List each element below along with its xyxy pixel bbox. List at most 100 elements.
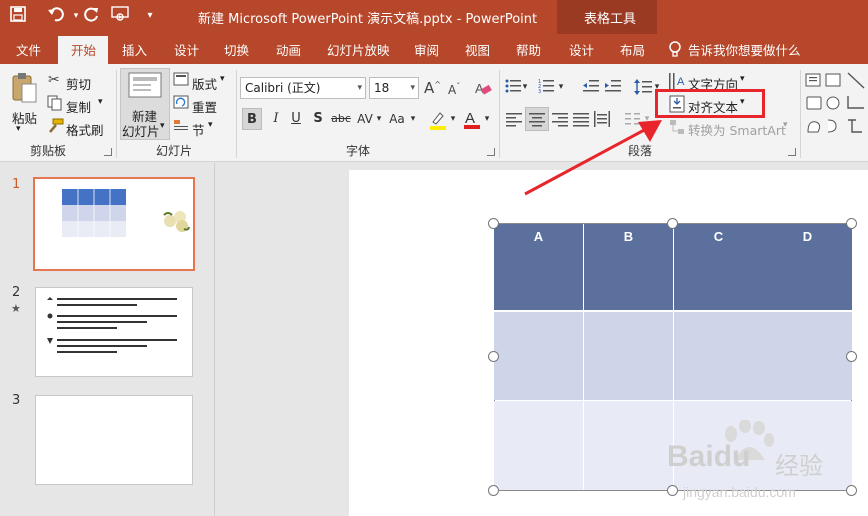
layout-button[interactable]: 版式 [192,74,217,93]
highlight-color-icon[interactable] [428,110,448,130]
resize-handle-top-left[interactable] [488,218,499,229]
customize-qat-icon[interactable]: ▾ [140,6,160,26]
copy-dropdown-icon[interactable]: ▾ [98,97,103,107]
bullets-icon[interactable] [505,78,521,94]
group-separator [116,70,117,158]
character-spacing-button[interactable]: AV [354,108,376,130]
table-cell[interactable] [674,312,763,400]
resize-handle-top-right[interactable] [846,218,857,229]
increase-font-icon[interactable]: A^ [424,79,441,97]
font-color-icon[interactable]: A [462,108,482,130]
tell-me-search[interactable]: 告诉我你想要做什么 [688,40,801,59]
tab-design[interactable]: 设计 [174,40,199,59]
tab-file[interactable]: 文件 [16,40,41,59]
present-icon[interactable] [110,6,130,26]
paste-icon[interactable] [10,72,38,104]
highlight-dropdown-icon[interactable]: ▾ [448,108,458,130]
table-header-divider [494,310,852,312]
tab-help[interactable]: 帮助 [516,40,541,59]
font-color-dropdown-icon[interactable]: ▾ [482,108,492,130]
decrease-font-icon[interactable]: Aˇ [448,82,460,97]
tab-home[interactable]: 开始 [71,40,96,59]
table-cell[interactable] [584,312,673,400]
character-spacing-dropdown-icon[interactable]: ▾ [374,108,384,130]
format-painter-button[interactable]: 格式刷 [66,120,104,139]
tab-insert[interactable]: 插入 [122,40,147,59]
group-separator [499,70,500,158]
resize-handle-bottom-left[interactable] [488,485,499,496]
tab-transitions[interactable]: 切换 [224,40,249,59]
reset-button[interactable]: 重置 [192,97,217,116]
copy-button[interactable]: 复制 [66,97,91,116]
baidu-brand-text: Bai [667,440,714,473]
slides-group-label: 幻灯片 [156,144,193,158]
decrease-indent-icon[interactable] [583,78,599,94]
smartart-icon [669,119,685,135]
change-case-dropdown-icon[interactable]: ▾ [408,108,418,130]
convert-smartart-dropdown-icon[interactable]: ▾ [783,120,788,130]
clear-formatting-icon[interactable]: A [474,79,492,97]
slide-transition-star-icon: ★ [11,302,21,315]
paste-dropdown-icon[interactable]: ▾ [16,124,21,134]
font-size-combo[interactable]: 18 ▾ [369,77,419,99]
text-direction-dropdown-icon[interactable]: ▾ [740,74,745,84]
layout-icon [173,72,189,90]
table-cell[interactable] [584,401,673,490]
table-cell[interactable] [494,312,583,400]
table-cell[interactable] [763,312,852,400]
font-name-dropdown-icon[interactable]: ▾ [357,78,362,98]
bullets-dropdown-icon[interactable]: ▾ [520,76,530,98]
numbering-icon[interactable]: 123 [538,78,554,95]
copy-icon [47,95,63,115]
table-header-cell-b[interactable]: B [584,224,673,311]
underline-button[interactable]: U [286,108,306,130]
font-group-label: 字体 [346,144,371,158]
table-header-cell-a[interactable]: A [494,224,583,311]
paragraph-launcher-icon[interactable] [788,148,796,156]
convert-smartart-button[interactable]: 转换为 SmartArt [688,120,786,139]
save-icon[interactable] [8,6,28,26]
redo-icon[interactable] [82,6,102,26]
slide-number-3: 3 [12,393,21,408]
undo-icon[interactable] [46,6,66,26]
slide-thumbnail-3[interactable] [35,395,193,485]
section-button[interactable]: 节 [192,120,205,139]
clipboard-group-label: 剪贴板 [30,144,67,158]
resize-handle-left[interactable] [488,351,499,362]
line-spacing-icon[interactable] [634,78,652,96]
tab-table-design[interactable]: 设计 [569,40,594,59]
table-cell[interactable] [494,401,583,490]
tab-review[interactable]: 审阅 [414,40,439,59]
change-case-button[interactable]: Aa [386,108,408,130]
bold-button[interactable]: B [242,108,262,130]
thumbnail-table-preview [62,189,126,237]
shapes-gallery[interactable] [804,70,868,140]
font-launcher-icon[interactable] [487,148,495,156]
italic-button[interactable]: I [266,108,286,130]
table-header-cell-c[interactable]: C [674,224,763,311]
slide-number-1: 1 [12,177,21,192]
annotation-arrow [520,110,670,200]
increase-indent-icon[interactable] [605,78,621,94]
numbering-dropdown-icon[interactable]: ▾ [556,76,566,98]
thumbnail-flower-image [162,207,190,233]
scissors-icon: ✂ [48,72,60,88]
new-slide-dropdown-icon[interactable]: ▾ [160,121,165,131]
font-size-dropdown-icon[interactable]: ▾ [410,78,415,98]
resize-handle-right[interactable] [846,351,857,362]
font-name-combo[interactable]: Calibri (正文) ▾ [240,77,366,99]
tab-slideshow[interactable]: 幻灯片放映 [327,40,390,59]
clipboard-launcher-icon[interactable] [104,148,112,156]
tab-animations[interactable]: 动画 [276,40,301,59]
table-header-cell-d[interactable]: D [763,224,852,311]
cut-button[interactable]: 剪切 [66,74,91,93]
section-dropdown-icon[interactable]: ▾ [208,120,213,130]
tab-view[interactable]: 视图 [465,40,490,59]
layout-dropdown-icon[interactable]: ▾ [220,74,225,84]
tab-table-layout[interactable]: 布局 [620,40,645,59]
text-shadow-button[interactable]: S [308,108,328,130]
strikethrough-button[interactable]: abc [330,108,352,130]
slide-number-2: 2 [12,285,21,300]
baidu-brand-text-2: du [713,440,751,473]
resize-handle-top[interactable] [667,218,678,229]
